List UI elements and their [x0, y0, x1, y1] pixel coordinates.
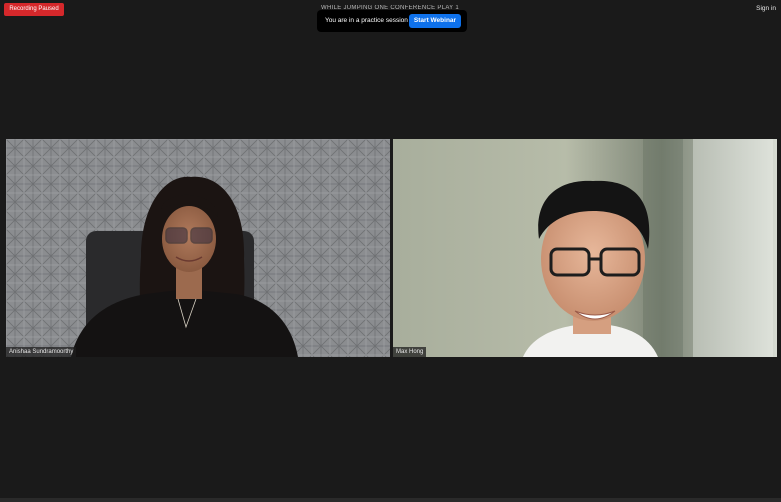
participant-video-tile[interactable]: Max Hong [393, 139, 777, 357]
participant-video-tile[interactable]: Anishaa Sundramoorthy [6, 139, 390, 357]
participant-name-label: Anishaa Sundramoorthy [6, 347, 77, 357]
start-webinar-button[interactable]: Start Webinar [409, 14, 461, 28]
practice-session-text: You are in a practice session [325, 17, 408, 24]
participant-video [6, 139, 390, 357]
toolbar-edge [0, 498, 781, 502]
participant-video [393, 139, 777, 357]
participant-name-label: Max Hong [393, 347, 427, 357]
sign-in-link[interactable]: Sign in [756, 5, 776, 12]
recording-status-badge[interactable]: Recording Paused [4, 3, 64, 16]
practice-session-banner: You are in a practice session Start Webi… [317, 10, 467, 32]
